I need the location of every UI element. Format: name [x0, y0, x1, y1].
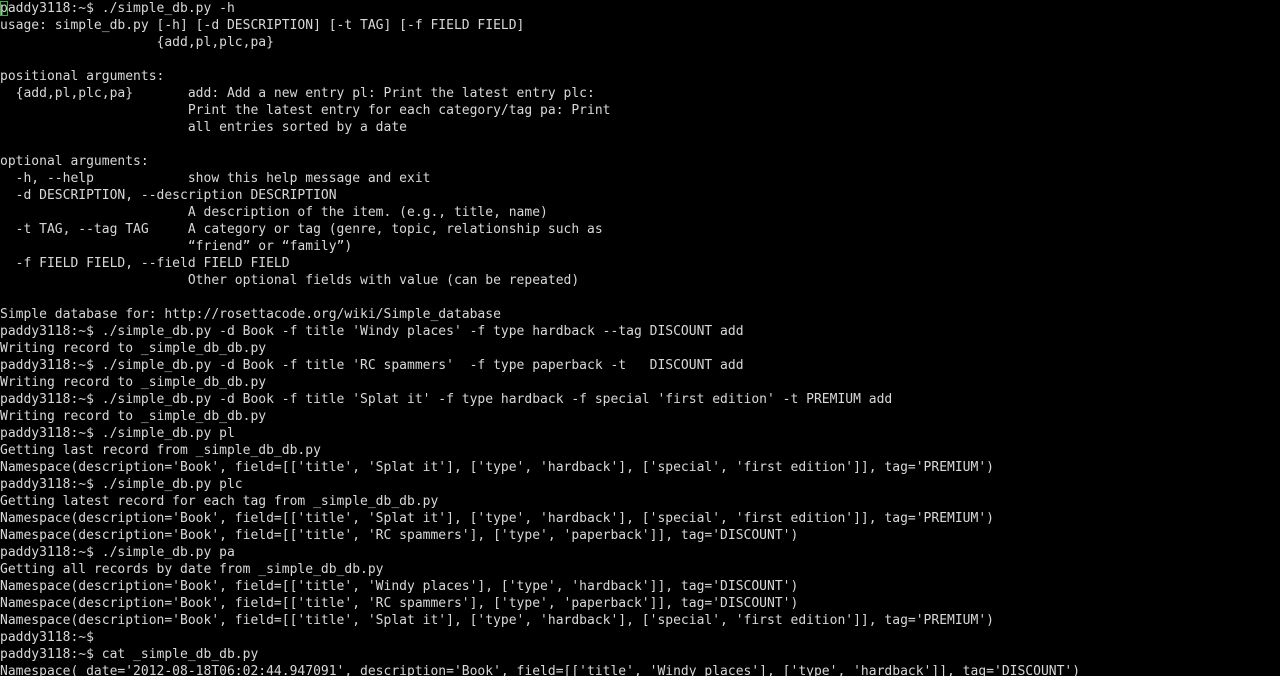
- terminal-line: Namespace( date='2012-08-18T06:02:44.947…: [0, 664, 1081, 676]
- terminal-line: Namespace(description='Book', field=[['t…: [0, 579, 799, 594]
- terminal-line: {add,pl,plc,pa} add: Add a new entry pl:…: [0, 86, 595, 101]
- terminal-line: Writing record to _simple_db_db.py: [0, 341, 267, 356]
- terminal-line: Getting latest record for each tag from …: [0, 494, 439, 509]
- terminal-line: Namespace(description='Book', field=[['t…: [0, 511, 994, 526]
- terminal-line: paddy3118:~$ cat _simple_db_db.py: [0, 647, 259, 662]
- terminal-line: Namespace(description='Book', field=[['t…: [0, 596, 799, 611]
- terminal-line: -d DESCRIPTION, --description DESCRIPTIO…: [0, 188, 337, 203]
- terminal-line: Namespace(description='Book', field=[['t…: [0, 528, 799, 543]
- terminal-line: paddy3118:~$ ./simple_db.py -d Book -f t…: [0, 324, 744, 339]
- terminal-line: Simple database for: http://rosettacode.…: [0, 307, 501, 322]
- terminal-line: paddy3118:~$ ./simple_db.py -h: [0, 1, 235, 16]
- terminal-line: paddy3118:~$ ./simple_db.py pl: [0, 426, 235, 441]
- terminal-line: optional arguments:: [0, 154, 149, 169]
- terminal-line: Namespace(description='Book', field=[['t…: [0, 460, 994, 475]
- terminal-screen[interactable]: paddy3118:~$ ./simple_db.py -h usage: sim…: [0, 0, 1280, 676]
- terminal-line: Print the latest entry for each category…: [0, 103, 611, 118]
- terminal-line: all entries sorted by a date: [0, 120, 407, 135]
- terminal-line: A description of the item. (e.g., title,…: [0, 205, 548, 220]
- terminal-line: Getting last record from _simple_db_db.p…: [0, 443, 321, 458]
- terminal-line: -h, --help show this help message and ex…: [0, 171, 431, 186]
- terminal-line: paddy3118:~$ ./simple_db.py plc: [0, 477, 243, 492]
- terminal-line: usage: simple_db.py [-h] [-d DESCRIPTION…: [0, 18, 525, 33]
- terminal-line: Getting all records by date from _simple…: [0, 562, 384, 577]
- terminal-line: -t TAG, --tag TAG A category or tag (gen…: [0, 222, 603, 237]
- terminal-window[interactable]: paddy3118:~$ ./simple_db.py -h usage: sim…: [0, 0, 1280, 676]
- terminal-line: “friend” or “family”): [0, 239, 353, 254]
- terminal-line: paddy3118:~$ ./simple_db.py pa: [0, 545, 235, 560]
- terminal-line: paddy3118:~$: [0, 630, 102, 645]
- terminal-line: {add,pl,plc,pa}: [0, 35, 274, 50]
- terminal-line: paddy3118:~$ ./simple_db.py -d Book -f t…: [0, 358, 744, 373]
- terminal-line: paddy3118:~$ ./simple_db.py -d Book -f t…: [0, 392, 893, 407]
- terminal-line: Writing record to _simple_db_db.py: [0, 375, 267, 390]
- terminal-line: -f FIELD FIELD, --field FIELD FIELD: [0, 256, 290, 271]
- terminal-line: Writing record to _simple_db_db.py: [0, 409, 267, 424]
- terminal-line: Other optional fields with value (can be…: [0, 273, 580, 288]
- terminal-line: positional arguments:: [0, 69, 165, 84]
- terminal-line: Namespace(description='Book', field=[['t…: [0, 613, 994, 628]
